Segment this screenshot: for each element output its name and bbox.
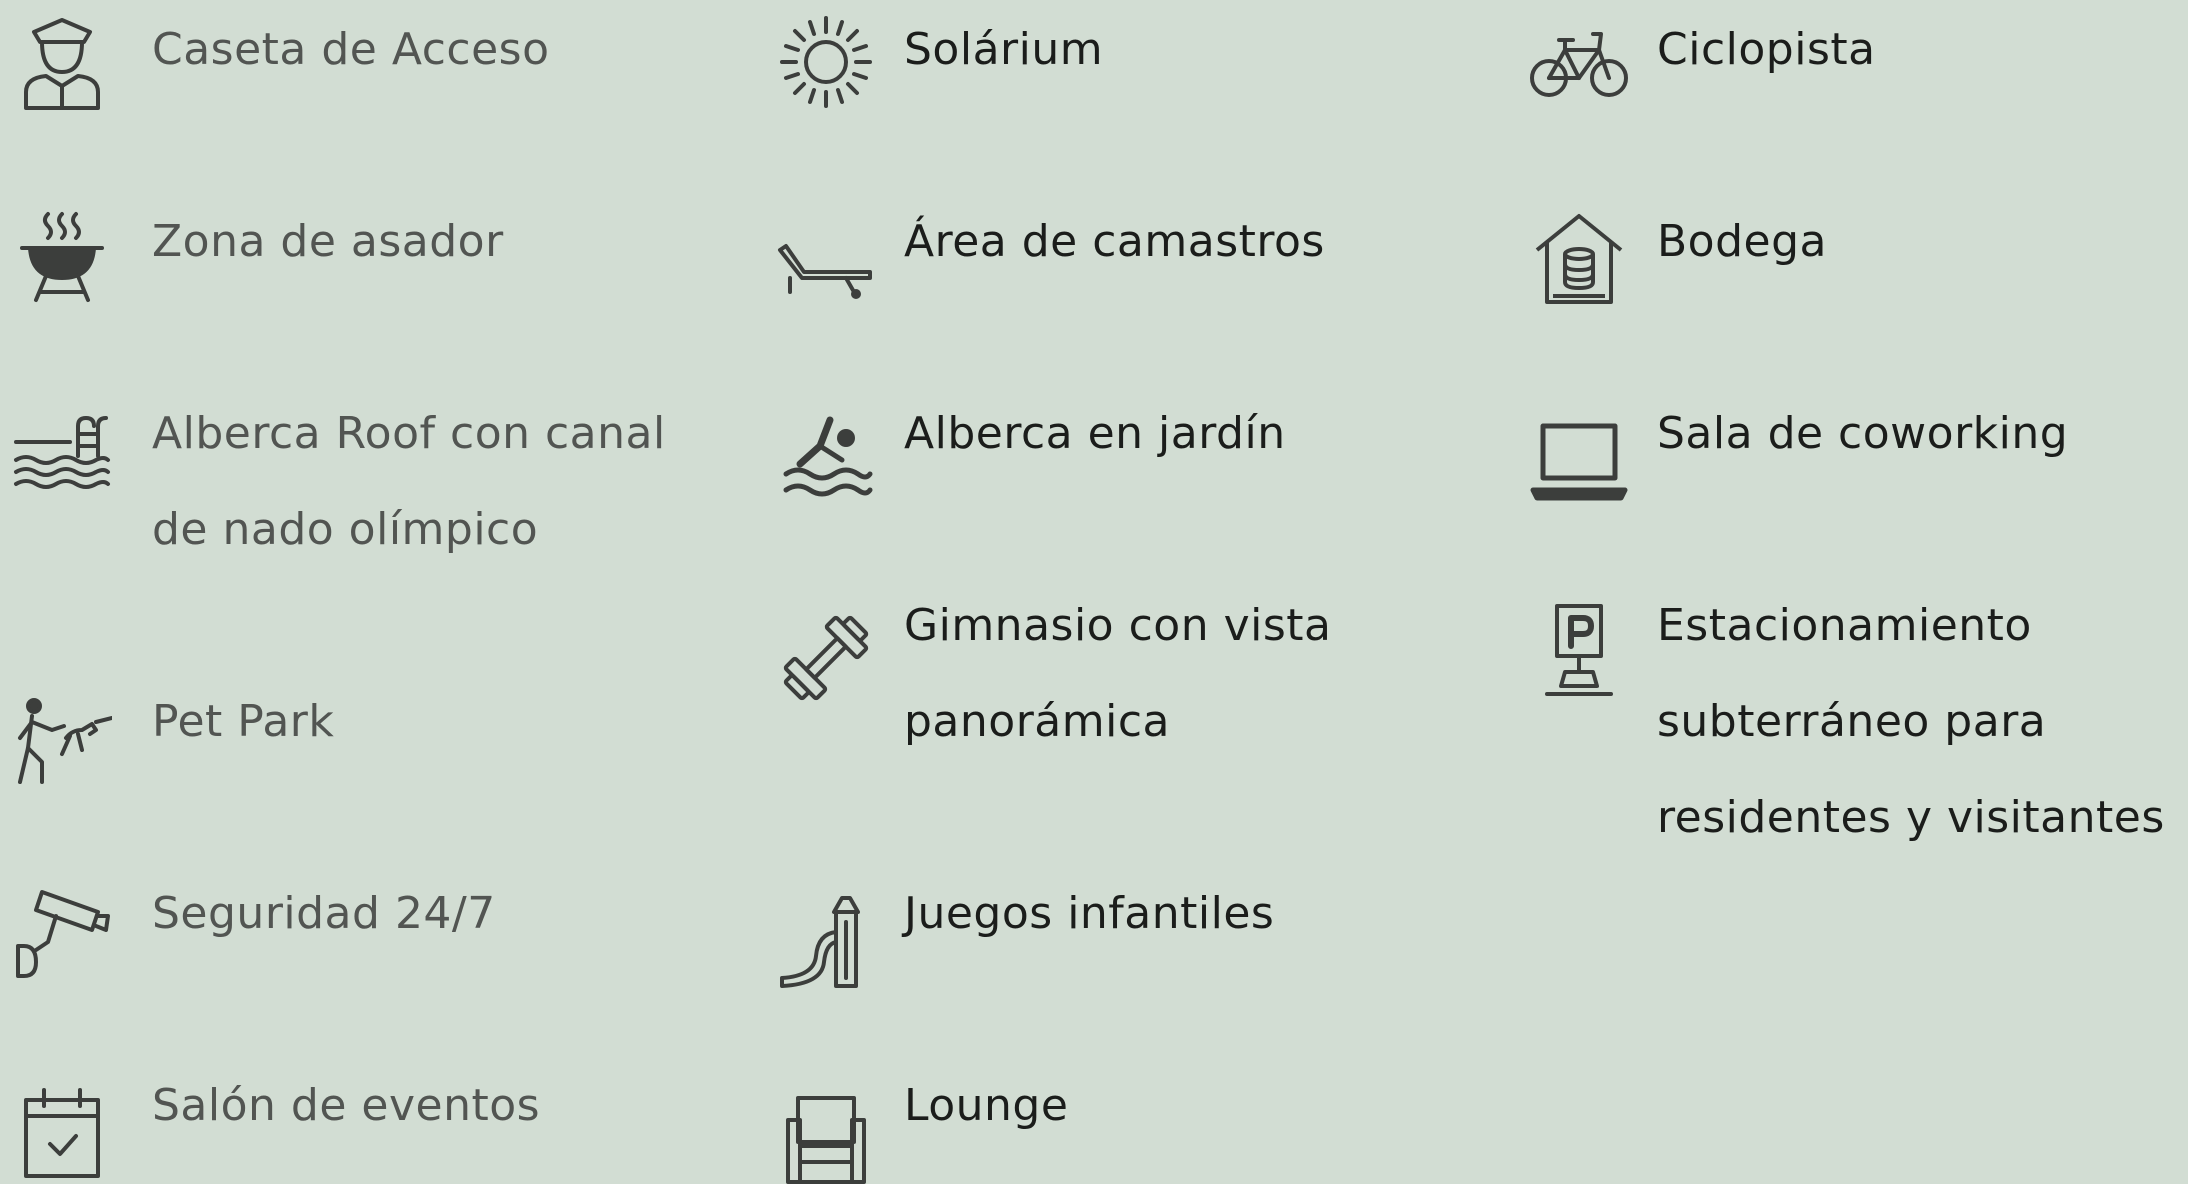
amenity-label: Gimnasio con vista panorámica [904, 600, 1332, 747]
amenity-label: Pet Park [152, 696, 335, 747]
amenity-label: Lounge [904, 1080, 1069, 1131]
amenity-label: Bodega [1657, 216, 1827, 267]
amenity-label: Zona de asador [152, 216, 504, 267]
bicycle-icon [1529, 16, 1629, 116]
amenity-label: Seguridad 24/7 [152, 888, 496, 939]
sun-icon [776, 12, 876, 112]
sunbed-icon [776, 220, 876, 320]
amenity-label: Salón de eventos [152, 1080, 541, 1131]
amenity-label: Solárium [904, 24, 1104, 75]
playground-slide-icon [776, 892, 876, 992]
amenity-label: Sala de coworking [1657, 408, 2069, 459]
amenity-label: Alberca en jardín [904, 408, 1286, 459]
amenity-label: Ciclopista [1657, 24, 1876, 75]
storage-house-icon [1529, 208, 1629, 308]
amenity-label: Área de camastros [904, 216, 1325, 267]
pet-park-icon [12, 692, 112, 792]
grill-icon [12, 208, 112, 308]
amenity-label: Caseta de Acceso [152, 24, 550, 75]
security-camera-icon [12, 882, 112, 982]
amenity-label: Juegos infantiles [904, 888, 1275, 939]
armchair-icon [776, 1084, 876, 1184]
laptop-icon [1529, 412, 1629, 512]
amenity-label: Alberca Roof con canal de nado olímpico [152, 408, 666, 555]
pool-ladder-icon [12, 408, 112, 508]
calendar-check-icon [12, 1084, 112, 1184]
swimmer-icon [776, 408, 876, 508]
guard-icon [12, 12, 112, 112]
parking-sign-icon [1529, 600, 1629, 700]
amenity-label: Estacionamiento subterráneo para residen… [1657, 600, 2165, 843]
dumbbell-icon [776, 608, 876, 708]
